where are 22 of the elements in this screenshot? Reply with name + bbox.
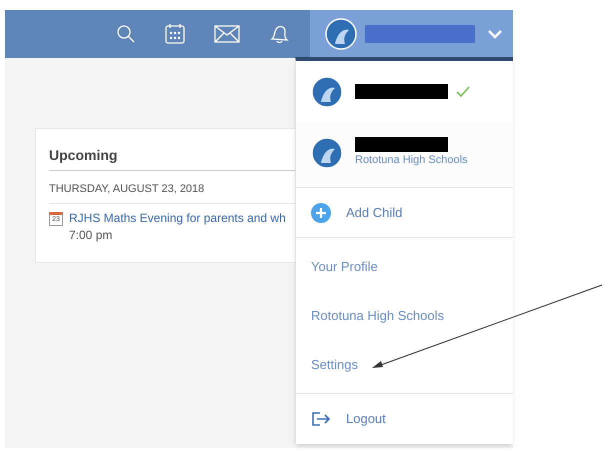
account-item[interactable]: Rototuna High Schools xyxy=(296,122,513,184)
user-menu-button[interactable] xyxy=(310,10,513,58)
account-item[interactable] xyxy=(296,61,513,122)
add-child-button[interactable]: Add Child xyxy=(296,188,513,238)
search-icon[interactable] xyxy=(116,24,136,44)
plus-circle-icon xyxy=(311,202,331,223)
check-icon xyxy=(456,86,470,98)
chevron-down-icon xyxy=(487,28,503,40)
avatar-icon xyxy=(311,76,343,108)
logout-button[interactable]: Logout xyxy=(296,394,513,444)
menu-link[interactable]: Your Profile xyxy=(296,242,513,292)
avatar-icon xyxy=(311,137,343,170)
menu-link[interactable]: Rototuna High Schools xyxy=(296,291,513,340)
bell-icon[interactable] xyxy=(268,23,290,45)
event-link[interactable]: RJHS Maths Evening for parents and wh xyxy=(69,210,286,226)
calendar-icon[interactable] xyxy=(164,23,186,45)
menu-link[interactable]: Settings xyxy=(296,340,513,390)
mail-icon[interactable] xyxy=(214,24,240,44)
avatar-icon xyxy=(325,18,357,50)
logout-icon xyxy=(311,411,331,428)
account-school: Rototuna High Schools xyxy=(355,153,468,168)
event-time: 7:00 pm xyxy=(69,226,114,244)
